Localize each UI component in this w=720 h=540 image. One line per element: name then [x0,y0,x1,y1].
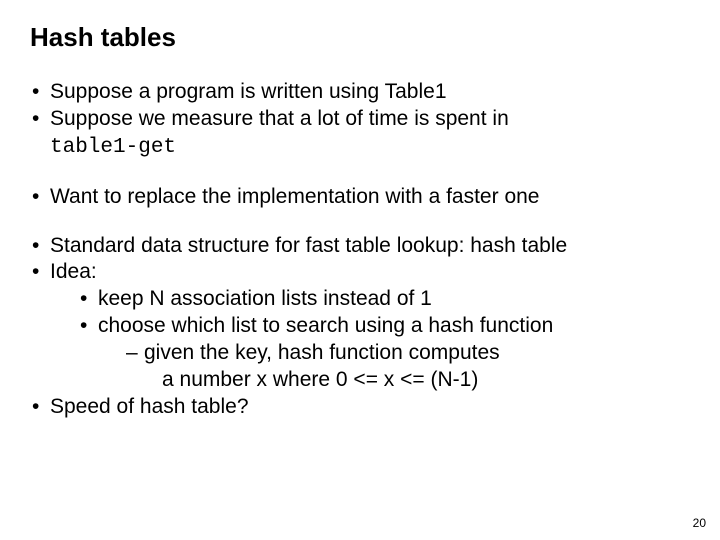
bullet-list: Want to replace the implementation with … [30,184,690,211]
bullet-item: Idea: keep N association lists instead o… [30,259,690,393]
bullet-list: Suppose a program is written using Table… [30,79,690,162]
emphasis-text: hash table [470,234,567,257]
emphasis-text: hash function [428,314,553,337]
bullet-item: Speed of hash table? [30,394,690,421]
slide-title: Hash tables [30,22,690,53]
bullet-text: given the key, hash function computes [144,341,500,364]
bullet-text: Speed of hash table? [50,395,249,418]
bullet-text: choose which list to search using a [98,314,428,337]
bullet-item: Suppose a program is written using Table… [30,79,690,106]
bullet-text: Suppose a program is written using Table… [50,80,447,103]
bullet-text: keep N association lists instead of 1 [98,287,432,310]
bullet-text: Standard data structure for fast table l… [50,234,470,257]
slide: Hash tables Suppose a program is written… [0,0,720,540]
bullet-text: a number x where 0 <= x <= (N-1) [162,367,690,394]
bullet-item: Suppose we measure that a lot of time is… [30,106,690,162]
sub-bullet-list: keep N association lists instead of 1 ch… [78,286,690,394]
bullet-item: Standard data structure for fast table l… [30,233,690,260]
bullet-item: Want to replace the implementation with … [30,184,690,211]
code-text: table1-get [50,136,176,159]
sub-bullet-item: keep N association lists instead of 1 [78,286,690,313]
dash-item: given the key, hash function computes a … [126,340,690,394]
sub-bullet-item: choose which list to search using a hash… [78,313,690,394]
bullet-list: Standard data structure for fast table l… [30,233,690,421]
spacer [30,162,690,184]
spacer [30,211,690,233]
dash-list: given the key, hash function computes a … [126,340,690,394]
bullet-text: Suppose we measure that a lot of time is… [50,107,509,130]
page-number: 20 [693,516,706,530]
bullet-text: Idea: [50,260,97,283]
bullet-text: Want to replace the implementation with … [50,185,539,208]
